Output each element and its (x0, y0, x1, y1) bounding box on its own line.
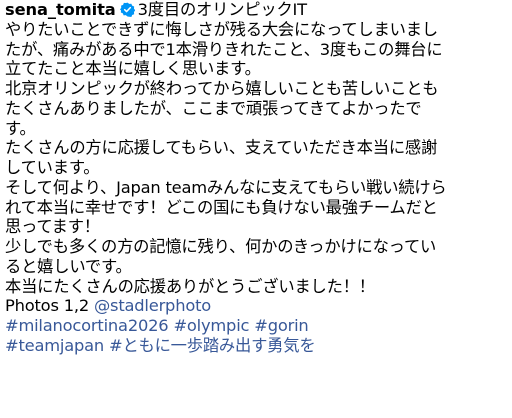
hashtag-link[interactable]: #ともに一歩踏み出す勇気を (109, 336, 316, 355)
photos-credit: Photos 1,2 @stadlerphoto (5, 296, 509, 316)
caption-line: 思ってます！ (5, 217, 100, 237)
caption-line: そして何より、Japan teamみんなに支えてもらい戦い続けら (5, 177, 447, 197)
hashtag-link[interactable]: #olympic (173, 316, 249, 335)
caption-line: しています。 (5, 158, 100, 177)
caption-line: やりたいことできずに悔しさが残る大会になってしまいまし (5, 19, 438, 39)
hashtag-link[interactable]: #gorin (254, 316, 308, 335)
caption-line: 北京オリンピックが終わってから嬉しいことも苦しいことも (5, 79, 439, 98)
caption-line: れて本当に幸せです！どこの国にも負けない最強チームだと (5, 197, 438, 217)
caption-line: ると嬉しいです。 (5, 256, 132, 276)
username-link[interactable]: sena_tomita (5, 0, 116, 19)
caption-line: たが、痛みがある中で1本滑りきれたこと、3度もこの舞台に (5, 39, 443, 59)
caption-line: す。 (5, 118, 36, 138)
caption-line: 少しでも多くの方の記憶に残り、何かのきっかけになってい (5, 237, 437, 256)
hashtag-link[interactable]: #milanocortina2026 (5, 316, 169, 335)
caption-line: 立てたこと本当に嬉しく思います。 (5, 59, 261, 79)
hashtags-line: #teamjapan #ともに一歩踏み出す勇気を (5, 336, 509, 356)
verified-badge-icon (119, 2, 135, 17)
mention-link[interactable]: @stadlerphoto (94, 296, 211, 315)
caption-line: 本当にたくさんの応援ありがとうございました！！ (5, 276, 375, 296)
caption-header: sena_tomita 3度目のオリンピックIT (5, 0, 509, 20)
post-caption: sena_tomita 3度目のオリンピックIT やりたいことできずに悔しさが残る… (5, 0, 509, 356)
caption-title: 3度目のオリンピックIT (137, 0, 307, 19)
caption-line: たくさんありましたが、ここまで頑張ってきてよかったで (5, 98, 422, 118)
hashtag-link[interactable]: #teamjapan (5, 336, 104, 355)
hashtags-line: #milanocortina2026 #olympic #gorin (5, 316, 509, 336)
photos-credit-label: Photos 1,2 (5, 296, 94, 316)
caption-line: たくさんの方に応援してもらい、支えていただき本当に感謝 (5, 138, 438, 158)
